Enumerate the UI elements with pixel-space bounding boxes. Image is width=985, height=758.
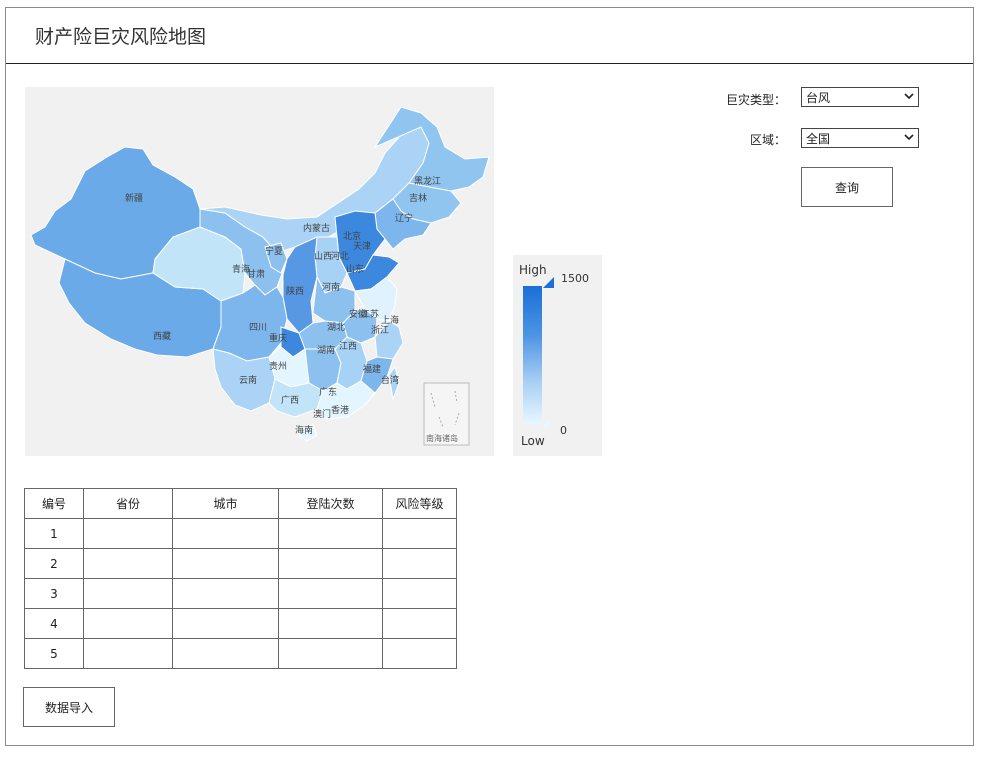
label-xinjiang: 新疆	[125, 192, 143, 204]
cell-city	[172, 518, 279, 549]
label-guizhou: 贵州	[269, 360, 287, 372]
map-legend: High 1500 0 Low	[513, 255, 602, 456]
cell-city	[172, 638, 279, 669]
province-shaanxi[interactable]	[282, 236, 318, 334]
label-shanxi: 山西	[314, 251, 332, 262]
label-hainan: 海南	[295, 424, 313, 436]
disaster-type-label: 巨灾类型：	[725, 93, 786, 107]
cell-province	[83, 638, 173, 669]
cell-id: 3	[24, 578, 84, 609]
region-value: 全国	[806, 132, 831, 146]
cell-risk-level	[382, 608, 457, 639]
label-jilin: 吉林	[409, 192, 427, 204]
col-header-landings: 登陆次数	[278, 488, 383, 519]
label-jiangxi: 江西	[339, 341, 357, 352]
label-taiwan: 台湾	[381, 374, 399, 386]
col-header-risk-level: 风险等级	[382, 488, 457, 519]
label-xianggang: 香港	[331, 404, 349, 416]
label-ningxia: 宁夏	[265, 245, 283, 257]
col-header-city: 城市	[172, 488, 279, 519]
legend-high-label: High	[519, 263, 547, 277]
label-neimenggu: 内蒙古	[303, 222, 330, 234]
cell-landings	[278, 608, 383, 639]
cell-province	[83, 518, 173, 549]
label-henan: 河南	[322, 281, 340, 293]
south-sea-label: 南海诸岛	[426, 433, 458, 443]
chevron-down-icon	[904, 93, 914, 100]
label-chongqing: 重庆	[269, 332, 287, 344]
cell-landings	[278, 548, 383, 579]
cell-id: 5	[24, 638, 84, 669]
label-tianjin: 天津	[353, 241, 371, 252]
cell-id: 4	[24, 608, 84, 639]
legend-high-marker[interactable]	[543, 277, 554, 288]
legend-low-label: Low	[521, 434, 545, 448]
label-hebei: 河北	[331, 250, 349, 262]
table-row[interactable]: 5	[24, 638, 457, 669]
china-risk-map[interactable]: 南海诸岛 新疆 西藏 青海 甘肃 宁夏 内蒙古 黑龙江 吉林 辽宁 北京 天津 …	[25, 87, 494, 456]
label-fujian: 福建	[363, 363, 381, 375]
label-beijing: 北京	[343, 230, 361, 242]
label-shanghai: 上海	[381, 314, 399, 326]
query-button[interactable]: 查询	[801, 167, 893, 207]
disaster-type-value: 台风	[806, 91, 831, 105]
page-title: 财产险巨灾风险地图	[35, 26, 207, 48]
label-sichuan: 四川	[249, 323, 267, 333]
label-zhejiang: 浙江	[371, 324, 389, 336]
cell-landings	[278, 638, 383, 669]
cell-province	[83, 608, 173, 639]
table-row[interactable]: 4	[24, 608, 457, 639]
cell-risk-level	[382, 548, 457, 579]
cell-landings	[278, 518, 383, 549]
cell-city	[172, 578, 279, 609]
import-data-button[interactable]: 数据导入	[23, 687, 115, 727]
label-xizang: 西藏	[153, 330, 171, 342]
cell-province	[83, 548, 173, 579]
label-shaanxi: 陕西	[286, 285, 304, 297]
legend-low-marker[interactable]	[542, 420, 549, 427]
label-guangdong: 广东	[319, 386, 337, 398]
cell-landings	[278, 578, 383, 609]
table-header-row: 编号 省份 城市 登陆次数 风险等级	[24, 488, 457, 519]
risk-table: 编号 省份 城市 登陆次数 风险等级 1 2 3 4 5	[24, 488, 457, 669]
cell-city	[172, 608, 279, 639]
label-shandong: 山东	[346, 263, 364, 275]
table-row[interactable]: 3	[24, 578, 457, 609]
label-liaoning: 辽宁	[395, 212, 413, 224]
cell-city	[172, 548, 279, 579]
label-hubei: 湖北	[327, 322, 345, 333]
disaster-type-select[interactable]: 台风	[801, 87, 919, 107]
cell-risk-level	[382, 578, 457, 609]
label-yunnan: 云南	[239, 374, 257, 386]
legend-max-value: 1500	[561, 272, 589, 285]
cell-risk-level	[382, 638, 457, 669]
table-row[interactable]: 2	[24, 548, 457, 579]
map-svg: 南海诸岛 新疆 西藏 青海 甘肃 宁夏 内蒙古 黑龙江 吉林 辽宁 北京 天津 …	[30, 106, 490, 446]
cell-province	[83, 578, 173, 609]
label-aomen: 澳门	[313, 408, 331, 420]
legend-min-value: 0	[560, 424, 567, 437]
region-label: 区域：	[749, 133, 786, 147]
label-guangxi: 广西	[281, 394, 299, 406]
col-header-province: 省份	[83, 488, 173, 519]
label-heilongjiang: 黑龙江	[414, 175, 441, 187]
table-row[interactable]: 1	[24, 518, 457, 549]
legend-gradient-bar	[523, 286, 542, 424]
label-gansu: 甘肃	[247, 268, 265, 280]
south-sea-inset: 南海诸岛	[423, 382, 470, 446]
region-select[interactable]: 全国	[801, 128, 919, 148]
label-hunan: 湖南	[317, 344, 335, 356]
label-jiangsu: 江苏	[361, 308, 379, 320]
cell-id: 2	[24, 548, 84, 579]
col-header-id: 编号	[24, 488, 84, 519]
cell-risk-level	[382, 518, 457, 549]
cell-id: 1	[24, 518, 84, 549]
page-header: 财产险巨灾风险地图	[6, 8, 973, 64]
main-frame: 财产险巨灾风险地图 南海诸岛 新疆 西藏 青海 甘肃 宁夏 内蒙古 黑龙江 吉林…	[5, 7, 974, 746]
chevron-down-icon	[904, 134, 914, 141]
